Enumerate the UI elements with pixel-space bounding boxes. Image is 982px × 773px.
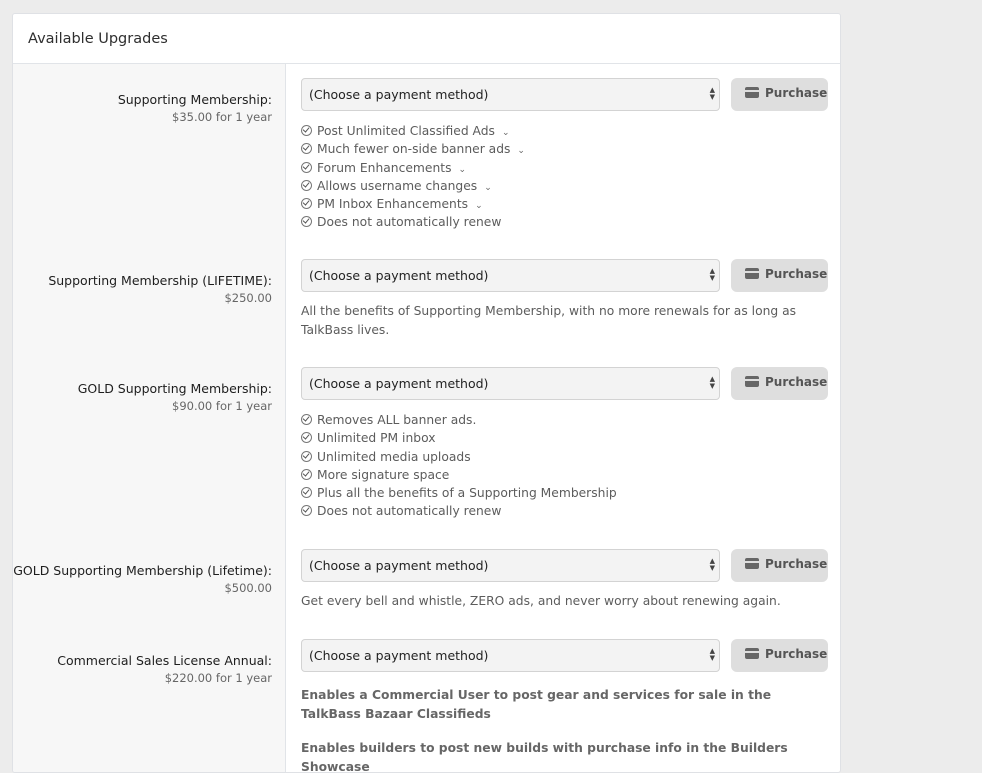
upgrade-title: Commercial Sales License Annual: bbox=[57, 653, 272, 668]
feature-text: More signature space bbox=[317, 467, 450, 482]
check-circle-icon bbox=[301, 216, 312, 228]
panel-title: Available Upgrades bbox=[13, 14, 840, 64]
upgrade-label: GOLD Supporting Membership: $90.00 for 1… bbox=[78, 380, 272, 415]
upgrade-price: $250.00 bbox=[224, 291, 272, 305]
credit-card-icon bbox=[745, 558, 759, 569]
feature-item[interactable]: PM Inbox Enhancements ⌄ bbox=[301, 195, 525, 213]
chevron-down-icon[interactable]: ⌄ bbox=[484, 183, 492, 193]
feature-text: Does not automatically renew bbox=[317, 215, 502, 230]
chevron-down-icon[interactable]: ⌄ bbox=[458, 165, 466, 175]
feature-text: Does not automatically renew bbox=[317, 504, 502, 519]
select-value: (Choose a payment method) bbox=[309, 558, 489, 573]
purchase-label: Purchase bbox=[765, 267, 828, 281]
feature-text: Removes ALL banner ads. bbox=[317, 413, 477, 427]
credit-card-icon bbox=[745, 87, 759, 98]
feature-item: More signature space bbox=[301, 466, 617, 484]
feature-item: Unlimited PM inbox bbox=[301, 429, 617, 447]
upgrades-panel: Available Upgrades Supporting Membership… bbox=[12, 13, 841, 773]
check-circle-icon bbox=[301, 468, 312, 480]
check-circle-icon bbox=[301, 143, 312, 155]
feature-item[interactable]: Allows username changes ⌄ bbox=[301, 177, 525, 195]
payment-method-select[interactable]: (Choose a payment method) ▲ ▼ bbox=[301, 639, 720, 672]
select-arrows-icon: ▲ ▼ bbox=[709, 267, 715, 282]
upgrade-price: $90.00 for 1 year bbox=[172, 399, 272, 413]
upgrade-description: Enables a Commercial User to post gear a… bbox=[301, 688, 772, 721]
upgrade-description: All the benefits of Supporting Membershi… bbox=[301, 304, 797, 337]
payment-method-select[interactable]: (Choose a payment method) ▲ ▼ bbox=[301, 78, 720, 111]
feature-list: Post Unlimited Classified Ads ⌄ Much fewe… bbox=[301, 122, 525, 232]
feature-list: Removes ALL banner ads. Unlimited PM inb… bbox=[301, 411, 617, 521]
check-circle-icon bbox=[301, 179, 312, 191]
select-arrows-icon: ▲ ▼ bbox=[709, 647, 715, 662]
purchase-label: Purchase bbox=[765, 557, 828, 571]
select-arrows-icon: ▲ ▼ bbox=[709, 557, 715, 572]
upgrade-description: Get every bell and whistle, ZERO ads, an… bbox=[301, 594, 781, 608]
payment-method-select[interactable]: (Choose a payment method) ▲ ▼ bbox=[301, 367, 720, 400]
upgrade-title: GOLD Supporting Membership: bbox=[77, 381, 272, 396]
feature-text: Post Unlimited Classified Ads bbox=[317, 124, 495, 138]
feature-text: Much fewer on-side banner ads bbox=[317, 142, 511, 157]
feature-item[interactable]: Forum Enhancements ⌄ bbox=[301, 159, 525, 177]
purchase-button[interactable]: Purchase bbox=[731, 549, 828, 582]
select-arrows-icon: ▲ ▼ bbox=[709, 375, 715, 390]
select-value: (Choose a payment method) bbox=[309, 268, 489, 283]
feature-item: Plus all the benefits of a Supporting Me… bbox=[301, 484, 617, 502]
chevron-down-icon[interactable]: ⌄ bbox=[517, 146, 525, 156]
feature-text: Unlimited PM inbox bbox=[317, 431, 436, 446]
upgrade-label: Supporting Membership (LIFETIME): $250.0… bbox=[48, 272, 272, 307]
check-circle-icon bbox=[301, 414, 312, 425]
upgrade-description-2: Enables builders to post new builds with… bbox=[301, 741, 788, 773]
purchase-button[interactable]: Purchase bbox=[731, 639, 828, 672]
check-circle-icon bbox=[301, 505, 312, 517]
upgrade-price: $35.00 for 1 year bbox=[172, 110, 272, 124]
upgrade-price: $220.00 for 1 year bbox=[164, 671, 272, 685]
chevron-down-icon[interactable]: ⌄ bbox=[502, 128, 510, 138]
credit-card-icon bbox=[745, 648, 759, 659]
credit-card-icon bbox=[745, 268, 759, 279]
check-circle-icon bbox=[301, 161, 312, 173]
feature-text: Unlimited media uploads bbox=[317, 449, 471, 464]
feature-text: Allows username changes bbox=[317, 178, 478, 193]
payment-method-select[interactable]: (Choose a payment method) ▲ ▼ bbox=[301, 259, 720, 292]
feature-item: Does not automatically renew bbox=[301, 502, 617, 520]
purchase-button[interactable]: Purchase bbox=[731, 259, 828, 292]
feature-item[interactable]: Much fewer on-side banner ads ⌄ bbox=[301, 140, 525, 158]
select-value: (Choose a payment method) bbox=[309, 648, 489, 663]
check-circle-icon bbox=[301, 450, 312, 462]
select-arrows-icon: ▲ ▼ bbox=[709, 86, 715, 101]
check-circle-icon bbox=[301, 432, 312, 444]
chevron-down-icon[interactable]: ⌄ bbox=[475, 201, 483, 211]
feature-text: Plus all the benefits of a Supporting Me… bbox=[317, 486, 617, 501]
upgrade-title: Supporting Membership: bbox=[117, 92, 272, 107]
upgrade-title: Supporting Membership (LIFETIME): bbox=[48, 273, 272, 288]
upgrade-label: Supporting Membership: $35.00 for 1 year bbox=[118, 91, 272, 126]
feature-text: Forum Enhancements bbox=[317, 160, 452, 175]
payment-method-select[interactable]: (Choose a payment method) ▲ ▼ bbox=[301, 549, 720, 582]
feature-text: PM Inbox Enhancements bbox=[317, 197, 469, 212]
check-circle-icon bbox=[301, 125, 312, 136]
purchase-button[interactable]: Purchase bbox=[731, 367, 828, 400]
feature-item: Unlimited media uploads bbox=[301, 448, 617, 466]
feature-item[interactable]: Post Unlimited Classified Ads ⌄ bbox=[301, 122, 525, 140]
upgrade-label: GOLD Supporting Membership (Lifetime): $… bbox=[13, 562, 272, 597]
credit-card-icon bbox=[745, 376, 759, 387]
upgrade-title: GOLD Supporting Membership (Lifetime): bbox=[13, 563, 272, 578]
select-value: (Choose a payment method) bbox=[309, 376, 489, 391]
select-value: (Choose a payment method) bbox=[309, 87, 489, 102]
check-circle-icon bbox=[301, 198, 312, 210]
feature-item: Removes ALL banner ads. bbox=[301, 411, 617, 429]
purchase-label: Purchase bbox=[765, 647, 828, 661]
feature-item: Does not automatically renew bbox=[301, 213, 525, 231]
upgrade-label: Commercial Sales License Annual: $220.00… bbox=[57, 652, 272, 687]
purchase-label: Purchase bbox=[765, 86, 828, 100]
purchase-label: Purchase bbox=[765, 375, 828, 389]
purchase-button[interactable]: Purchase bbox=[731, 78, 828, 111]
upgrade-price: $500.00 bbox=[224, 581, 272, 595]
check-circle-icon bbox=[301, 487, 312, 499]
